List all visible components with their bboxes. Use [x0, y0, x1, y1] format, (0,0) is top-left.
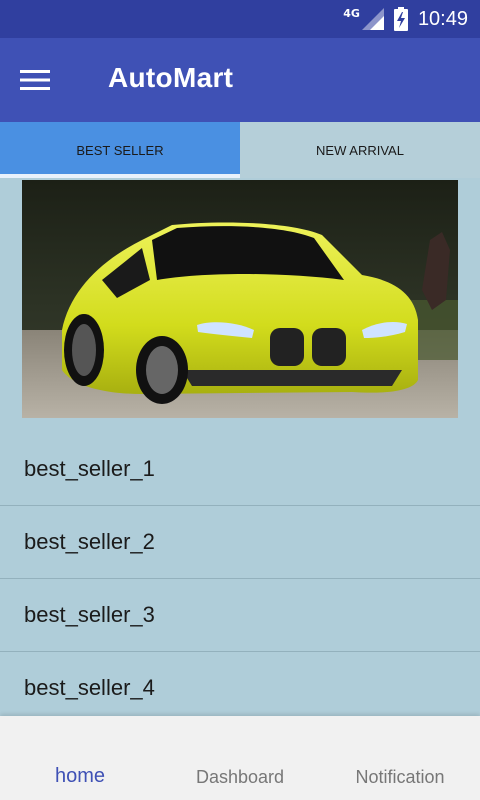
nav-home[interactable]: home: [0, 716, 160, 800]
car-photo: [22, 180, 458, 418]
list-item[interactable]: best_seller_4: [0, 652, 480, 725]
network-type-label: 4G: [343, 6, 360, 20]
tab-new-arrival[interactable]: NEW ARRIVAL: [240, 122, 480, 178]
nav-label: Notification: [355, 767, 445, 787]
menu-button[interactable]: [20, 64, 60, 96]
menu-icon: [20, 70, 50, 90]
app-title: AutoMart: [108, 62, 234, 93]
tab-bar: BEST SELLER NEW ARRIVAL: [0, 122, 480, 178]
list-item[interactable]: best_seller_2: [0, 506, 480, 579]
list-item-label: best_seller_2: [24, 529, 155, 554]
nav-label: home: [54, 765, 106, 787]
tab-label: BEST SELLER: [76, 142, 164, 158]
list-item-label: best_seller_1: [24, 456, 155, 481]
list-item[interactable]: best_seller_1: [0, 433, 480, 506]
tab-best-seller[interactable]: BEST SELLER: [0, 122, 240, 178]
clock: 10:49: [417, 7, 468, 30]
list-item[interactable]: best_seller_3: [0, 579, 480, 652]
list-item-label: best_seller_4: [24, 675, 155, 700]
status-icons: 4G 10:49: [343, 0, 468, 38]
signal-icon: [361, 8, 384, 30]
battery-charging-icon: [393, 7, 408, 31]
nav-label: Dashboard: [195, 767, 285, 787]
car-banner-image[interactable]: [22, 180, 458, 418]
nav-dashboard[interactable]: Dashboard: [160, 716, 320, 800]
app-bar: AutoMart: [0, 38, 480, 122]
tab-label: NEW ARRIVAL: [316, 142, 404, 158]
bottom-navigation: home Dashboard Notification: [0, 716, 480, 800]
status-bar: 4G 10:49: [0, 0, 480, 38]
best-seller-list: best_seller_1 best_seller_2 best_seller_…: [0, 433, 480, 725]
nav-notification[interactable]: Notification: [320, 716, 480, 800]
list-item-label: best_seller_3: [24, 602, 155, 627]
